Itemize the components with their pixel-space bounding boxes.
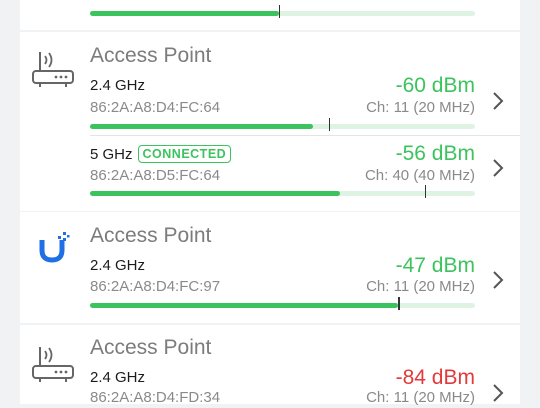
chevron-right-icon[interactable] — [492, 270, 504, 290]
group-title: Access Point — [90, 224, 212, 247]
band-label: 2.4 GHz — [90, 369, 146, 386]
channel-label: Ch: 11 (20 MHz) — [366, 278, 475, 295]
channel-label: Ch: 11 (20 MHz) — [366, 99, 475, 116]
divider — [90, 135, 520, 136]
network-group-card: Access Point 2.4 GHz 86:2A:A8:D4:FC:64 -… — [20, 32, 520, 211]
channel-label: Ch: 40 (40 MHz) — [364, 167, 475, 184]
connected-badge: CONNECTED — [137, 145, 232, 163]
group-title: Access Point — [90, 44, 212, 67]
signal-bar-fill — [90, 124, 314, 129]
chevron-right-icon[interactable] — [492, 383, 504, 403]
bssid-label: 86:2A:A8:D4:FC:64 — [90, 99, 221, 116]
signal-bar — [90, 118, 475, 131]
network-card-partial[interactable] — [20, 0, 520, 30]
signal-strength: -84 dBm — [395, 366, 475, 389]
signal-bar-fill — [90, 191, 341, 196]
signal-bar-marker — [424, 185, 427, 198]
signal-strength: -56 dBm — [395, 142, 475, 165]
ubiquiti-logo-icon — [30, 228, 78, 276]
bssid-label: 86:2A:A8:D5:FC:64 — [90, 167, 221, 184]
signal-bar — [90, 297, 475, 310]
signal-bar-fill — [90, 303, 398, 308]
bssid-label: 86:2A:A8:D4:FC:97 — [90, 278, 221, 295]
chevron-right-icon[interactable] — [492, 158, 504, 178]
network-group-card: Access Point 2.4 GHz 86:2A:A8:D4:FD:34 -… — [20, 325, 520, 406]
band-label: 2.4 GHz — [90, 77, 146, 94]
router-icon — [30, 339, 78, 387]
router-icon — [30, 44, 78, 92]
signal-bar-marker — [278, 5, 281, 18]
signal-bar — [90, 185, 475, 198]
group-title: Access Point — [90, 336, 212, 359]
band-label: 5 GHz CONNECTED — [90, 145, 232, 163]
band-label: 2.4 GHz — [90, 257, 146, 274]
signal-bar — [90, 5, 475, 18]
network-group-card: Access Point 2.4 GHz 86:2A:A8:D4:FC:97 -… — [20, 212, 520, 323]
chevron-right-icon[interactable] — [492, 91, 504, 111]
bssid-label: 86:2A:A8:D4:FD:34 — [90, 389, 221, 406]
signal-strength: -47 dBm — [395, 254, 475, 277]
signal-strength: -60 dBm — [395, 74, 475, 97]
signal-bar-marker — [398, 297, 400, 310]
signal-bar-marker — [328, 118, 331, 131]
chevron-right-icon[interactable] — [492, 0, 504, 12]
signal-bar-fill — [90, 11, 279, 16]
channel-label: Ch: 11 (20 MHz) — [366, 389, 475, 406]
